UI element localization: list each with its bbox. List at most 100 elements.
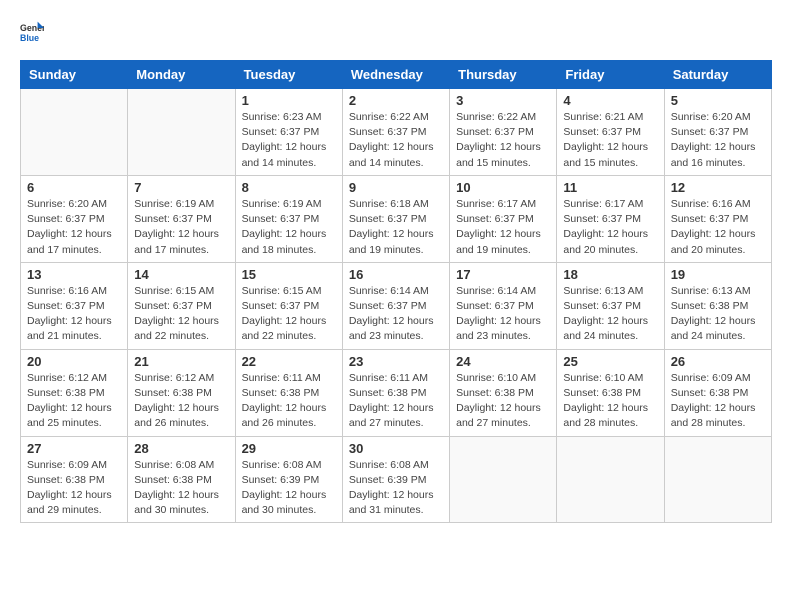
day-number: 11 bbox=[563, 180, 657, 195]
calendar-cell: 24Sunrise: 6:10 AM Sunset: 6:38 PM Dayli… bbox=[450, 349, 557, 436]
calendar-cell: 6 Sunrise: 6:20 AM Sunset: 6:37 PM Daylig… bbox=[21, 175, 128, 262]
calendar-cell: 18 Sunrise: 6:13 AM Sunset: 6:37 PM Dayli… bbox=[557, 262, 664, 349]
day-info: Sunrise: 6:17 AM Sunset: 6:37 PM Dayligh… bbox=[563, 197, 657, 258]
day-info: Sunrise: 6:20 AM Sunset: 6:37 PM Dayligh… bbox=[671, 110, 765, 171]
day-info: Sunrise: 6:22 AM Sunset: 6:37 PM Dayligh… bbox=[456, 110, 550, 171]
day-info: Sunrise: 6:19 AM Sunset: 6:37 PM Dayligh… bbox=[242, 197, 336, 258]
day-header-sunday: Sunday bbox=[21, 61, 128, 89]
day-header-wednesday: Wednesday bbox=[342, 61, 449, 89]
calendar-cell: 13 Sunrise: 6:16 AM Sunset: 6:37 PM Dayli… bbox=[21, 262, 128, 349]
day-info: Sunrise: 6:12 AM Sunset: 6:38 PM Dayligh… bbox=[134, 371, 228, 432]
calendar-cell: 7Sunrise: 6:19 AM Sunset: 6:37 PM Daylig… bbox=[128, 175, 235, 262]
day-number: 25 bbox=[563, 354, 657, 369]
calendar-table: SundayMondayTuesdayWednesdayThursdayFrid… bbox=[20, 60, 772, 523]
calendar-week-row: 27Sunrise: 6:09 AM Sunset: 6:38 PM Dayli… bbox=[21, 436, 772, 523]
calendar-cell: 26 Sunrise: 6:09 AM Sunset: 6:38 PM Dayli… bbox=[664, 349, 771, 436]
day-number: 21 bbox=[134, 354, 228, 369]
day-number: 22 bbox=[242, 354, 336, 369]
day-header-tuesday: Tuesday bbox=[235, 61, 342, 89]
day-info: Sunrise: 6:16 AM Sunset: 6:37 PM Dayligh… bbox=[671, 197, 765, 258]
day-number: 4 bbox=[563, 93, 657, 108]
calendar-cell: 11 Sunrise: 6:17 AM Sunset: 6:37 PM Dayli… bbox=[557, 175, 664, 262]
day-number: 3 bbox=[456, 93, 550, 108]
calendar-cell: 20Sunrise: 6:12 AM Sunset: 6:38 PM Dayli… bbox=[21, 349, 128, 436]
day-number: 13 bbox=[27, 267, 121, 282]
day-info: Sunrise: 6:16 AM Sunset: 6:37 PM Dayligh… bbox=[27, 284, 121, 345]
day-number: 28 bbox=[134, 441, 228, 456]
day-number: 12 bbox=[671, 180, 765, 195]
day-number: 18 bbox=[563, 267, 657, 282]
day-number: 8 bbox=[242, 180, 336, 195]
day-header-monday: Monday bbox=[128, 61, 235, 89]
day-number: 19 bbox=[671, 267, 765, 282]
calendar-cell: 5 Sunrise: 6:20 AM Sunset: 6:37 PM Daylig… bbox=[664, 89, 771, 176]
calendar-cell: 3 Sunrise: 6:22 AM Sunset: 6:37 PM Daylig… bbox=[450, 89, 557, 176]
day-number: 14 bbox=[134, 267, 228, 282]
day-info: Sunrise: 6:08 AM Sunset: 6:38 PM Dayligh… bbox=[134, 458, 228, 519]
calendar-cell bbox=[450, 436, 557, 523]
calendar-week-row: 1 Sunrise: 6:23 AM Sunset: 6:37 PM Daylig… bbox=[21, 89, 772, 176]
calendar-cell: 22Sunrise: 6:11 AM Sunset: 6:38 PM Dayli… bbox=[235, 349, 342, 436]
day-header-friday: Friday bbox=[557, 61, 664, 89]
calendar-week-row: 20 Sunrise: 6:12 AM Sunset: 6:38 PM Dayli… bbox=[21, 349, 772, 436]
day-number: 5 bbox=[671, 93, 765, 108]
day-info: Sunrise: 6:18 AM Sunset: 6:37 PM Dayligh… bbox=[349, 197, 443, 258]
calendar-cell: 10 Sunrise: 6:17 AM Sunset: 6:37 PM Dayli… bbox=[450, 175, 557, 262]
day-info: Sunrise: 6:11 AM Sunset: 6:38 PM Dayligh… bbox=[349, 371, 443, 432]
day-info: Sunrise: 6:09 AM Sunset: 6:38 PM Dayligh… bbox=[671, 371, 765, 432]
day-number: 6 bbox=[27, 180, 121, 195]
day-number: 24 bbox=[456, 354, 550, 369]
day-number: 26 bbox=[671, 354, 765, 369]
calendar-cell bbox=[21, 89, 128, 176]
calendar-cell: 27Sunrise: 6:09 AM Sunset: 6:38 PM Dayli… bbox=[21, 436, 128, 523]
day-info: Sunrise: 6:08 AM Sunset: 6:39 PM Dayligh… bbox=[242, 458, 336, 519]
day-info: Sunrise: 6:15 AM Sunset: 6:37 PM Dayligh… bbox=[134, 284, 228, 345]
logo: General Blue bbox=[20, 20, 50, 44]
calendar-cell: 17 Sunrise: 6:14 AM Sunset: 6:37 PM Dayli… bbox=[450, 262, 557, 349]
calendar-cell: 4 Sunrise: 6:21 AM Sunset: 6:37 PM Daylig… bbox=[557, 89, 664, 176]
calendar-cell: 28 Sunrise: 6:08 AM Sunset: 6:38 PM Dayli… bbox=[128, 436, 235, 523]
calendar-cell: 8 Sunrise: 6:19 AM Sunset: 6:37 PM Daylig… bbox=[235, 175, 342, 262]
calendar-cell: 1 Sunrise: 6:23 AM Sunset: 6:37 PM Daylig… bbox=[235, 89, 342, 176]
calendar-cell: 29 Sunrise: 6:08 AM Sunset: 6:39 PM Dayli… bbox=[235, 436, 342, 523]
day-number: 16 bbox=[349, 267, 443, 282]
day-info: Sunrise: 6:10 AM Sunset: 6:38 PM Dayligh… bbox=[563, 371, 657, 432]
day-number: 2 bbox=[349, 93, 443, 108]
day-info: Sunrise: 6:20 AM Sunset: 6:37 PM Dayligh… bbox=[27, 197, 121, 258]
page-header: General Blue bbox=[20, 20, 772, 44]
calendar-cell: 12 Sunrise: 6:16 AM Sunset: 6:37 PM Dayli… bbox=[664, 175, 771, 262]
day-number: 10 bbox=[456, 180, 550, 195]
calendar-cell: 19 Sunrise: 6:13 AM Sunset: 6:38 PM Dayli… bbox=[664, 262, 771, 349]
day-info: Sunrise: 6:21 AM Sunset: 6:37 PM Dayligh… bbox=[563, 110, 657, 171]
calendar-cell: 2 Sunrise: 6:22 AM Sunset: 6:37 PM Daylig… bbox=[342, 89, 449, 176]
day-info: Sunrise: 6:08 AM Sunset: 6:39 PM Dayligh… bbox=[349, 458, 443, 519]
day-info: Sunrise: 6:23 AM Sunset: 6:37 PM Dayligh… bbox=[242, 110, 336, 171]
day-info: Sunrise: 6:13 AM Sunset: 6:38 PM Dayligh… bbox=[671, 284, 765, 345]
logo-icon: General Blue bbox=[20, 20, 44, 44]
day-number: 17 bbox=[456, 267, 550, 282]
svg-text:Blue: Blue bbox=[20, 33, 39, 43]
calendar-cell bbox=[557, 436, 664, 523]
day-number: 30 bbox=[349, 441, 443, 456]
day-number: 23 bbox=[349, 354, 443, 369]
calendar-cell: 21 Sunrise: 6:12 AM Sunset: 6:38 PM Dayli… bbox=[128, 349, 235, 436]
day-header-saturday: Saturday bbox=[664, 61, 771, 89]
day-number: 9 bbox=[349, 180, 443, 195]
day-info: Sunrise: 6:13 AM Sunset: 6:37 PM Dayligh… bbox=[563, 284, 657, 345]
calendar-cell: 15Sunrise: 6:15 AM Sunset: 6:37 PM Dayli… bbox=[235, 262, 342, 349]
day-info: Sunrise: 6:22 AM Sunset: 6:37 PM Dayligh… bbox=[349, 110, 443, 171]
calendar-cell: 23 Sunrise: 6:11 AM Sunset: 6:38 PM Dayli… bbox=[342, 349, 449, 436]
day-info: Sunrise: 6:14 AM Sunset: 6:37 PM Dayligh… bbox=[456, 284, 550, 345]
day-info: Sunrise: 6:17 AM Sunset: 6:37 PM Dayligh… bbox=[456, 197, 550, 258]
calendar-cell: 14 Sunrise: 6:15 AM Sunset: 6:37 PM Dayli… bbox=[128, 262, 235, 349]
day-header-thursday: Thursday bbox=[450, 61, 557, 89]
day-number: 27 bbox=[27, 441, 121, 456]
day-number: 29 bbox=[242, 441, 336, 456]
day-number: 20 bbox=[27, 354, 121, 369]
day-info: Sunrise: 6:14 AM Sunset: 6:37 PM Dayligh… bbox=[349, 284, 443, 345]
calendar-week-row: 6 Sunrise: 6:20 AM Sunset: 6:37 PM Daylig… bbox=[21, 175, 772, 262]
calendar-cell bbox=[664, 436, 771, 523]
day-number: 15 bbox=[242, 267, 336, 282]
day-number: 1 bbox=[242, 93, 336, 108]
calendar-cell: 25 Sunrise: 6:10 AM Sunset: 6:38 PM Dayli… bbox=[557, 349, 664, 436]
